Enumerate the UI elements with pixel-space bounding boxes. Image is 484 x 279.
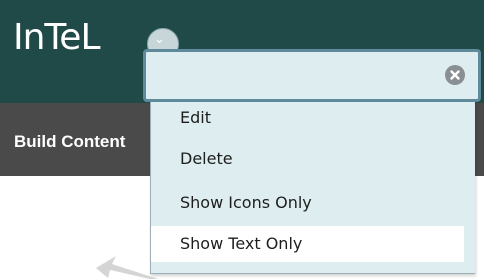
chevron-down-icon: ⌄ <box>154 32 165 47</box>
menu-item-show-text-only[interactable]: Show Text Only <box>151 226 464 262</box>
menu-item-edit[interactable]: Edit <box>151 100 464 136</box>
build-content-menu[interactable]: Build Content <box>14 132 125 152</box>
clear-icon[interactable] <box>445 65 465 85</box>
menu-search-input[interactable] <box>143 49 481 102</box>
app-title: InTeL <box>13 17 101 58</box>
menu-item-delete[interactable]: Delete <box>151 141 464 177</box>
menu-item-show-icons-only[interactable]: Show Icons Only <box>151 185 464 221</box>
context-menu: Edit Delete Show Icons Only Show Text On… <box>150 97 475 274</box>
